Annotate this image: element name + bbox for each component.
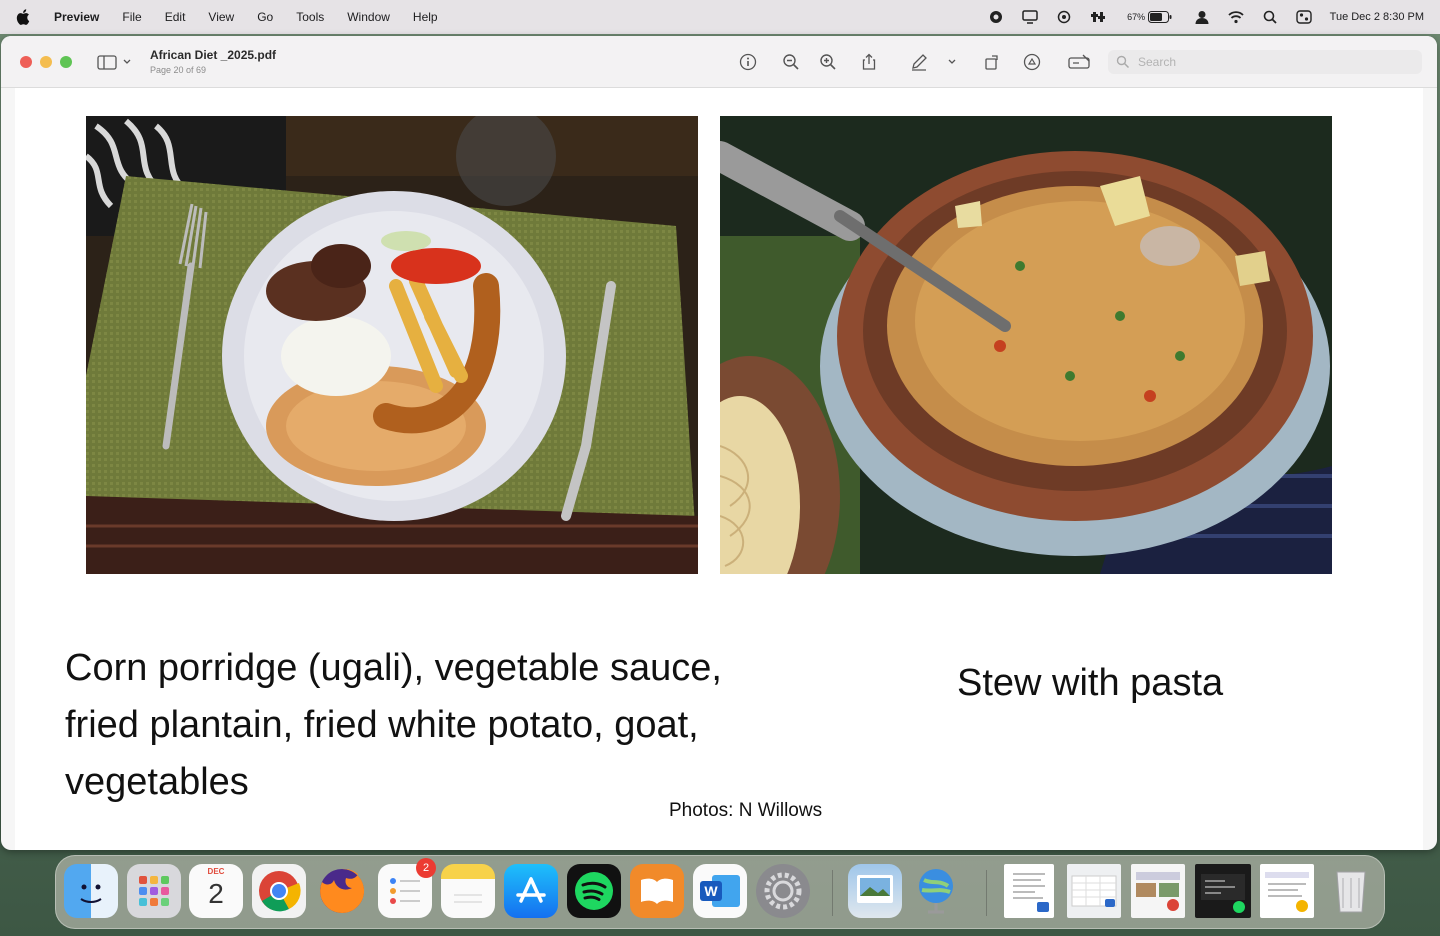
search-input[interactable]	[1136, 54, 1400, 70]
menubar-clock[interactable]: Tue Dec 2 8:30 PM	[1330, 11, 1424, 23]
menu-app-preview[interactable]: Preview	[54, 10, 99, 24]
notes-icon[interactable]	[441, 864, 495, 918]
chevron-down-icon	[948, 59, 956, 64]
form-fill-button[interactable]	[1067, 51, 1093, 73]
menu-go[interactable]: Go	[257, 10, 273, 24]
microsoft-word-icon[interactable]: W	[693, 864, 747, 918]
stew-pot-photo	[720, 116, 1332, 574]
circle-status-icon[interactable]	[1056, 10, 1072, 24]
launchpad-icon[interactable]	[127, 864, 181, 918]
battery-icon	[1148, 11, 1172, 23]
reminders-icon[interactable]: 2	[378, 858, 436, 918]
info-button[interactable]	[737, 51, 759, 73]
zoom-in-button[interactable]	[817, 51, 839, 73]
spotlight-search-icon[interactable]	[1262, 10, 1278, 24]
spreadsheet-thumbnail-icon[interactable]	[1067, 864, 1121, 918]
form-fill-icon	[1068, 54, 1090, 69]
creative-cloud-icon[interactable]	[988, 10, 1004, 24]
document-title: African Diet _2025.pdf	[150, 48, 277, 62]
app-store-icon[interactable]	[504, 864, 558, 918]
dock: DEC 2 2 W	[55, 855, 1385, 929]
dock-separator	[986, 870, 987, 916]
pdf-page[interactable]: Corn porridge (ugali), vegetable sauce, …	[15, 88, 1423, 850]
menu-help[interactable]: Help	[413, 10, 438, 24]
spotify-icon[interactable]	[567, 864, 621, 918]
info-icon	[739, 53, 757, 71]
photo-credit: Photos: N Willows	[669, 800, 823, 821]
finder-icon[interactable]	[64, 864, 118, 918]
highlight-button[interactable]	[1021, 51, 1043, 73]
caption-stew: Stew with pasta	[957, 662, 1224, 704]
chrome-icon[interactable]	[252, 864, 306, 918]
menu-file[interactable]: File	[122, 10, 141, 24]
system-settings-icon[interactable]	[756, 864, 810, 918]
share-button[interactable]	[858, 51, 880, 73]
preview-window: African Diet _2025.pdf Page 20 of 69 Sea…	[1, 36, 1437, 850]
books-icon[interactable]	[630, 864, 684, 918]
calendar-day: 2	[208, 878, 224, 909]
status-menus: 67% Tue Dec 2 8:30 PM	[988, 0, 1424, 34]
battery-indicator[interactable]: 67%	[1124, 10, 1176, 24]
firefox-icon[interactable]	[315, 864, 369, 918]
reminders-badge: 2	[416, 858, 436, 878]
sidebar-toggle-button[interactable]	[97, 52, 137, 72]
rotate-button[interactable]	[981, 51, 1003, 73]
network-globe-icon[interactable]	[911, 864, 965, 918]
menu-bar: Preview File Edit View Go Tools Window H…	[0, 0, 1440, 34]
user-icon[interactable]	[1194, 10, 1210, 24]
wifi-icon[interactable]	[1228, 10, 1244, 24]
trash-icon[interactable]	[1324, 864, 1378, 918]
highlight-icon	[1023, 53, 1041, 71]
window-toolbar: African Diet _2025.pdf Page 20 of 69	[1, 36, 1437, 88]
zoom-window-button[interactable]	[60, 56, 72, 68]
preview-icon[interactable]	[848, 864, 902, 918]
menu-edit[interactable]: Edit	[165, 10, 186, 24]
markup-button[interactable]	[908, 51, 930, 73]
menu-window[interactable]: Window	[347, 10, 390, 24]
search-field[interactable]	[1108, 50, 1422, 74]
caption-ugali-meal: Corn porridge (ugali), vegetable sauce, …	[65, 647, 722, 803]
menu-tools[interactable]: Tools	[296, 10, 324, 24]
document-thumbnail-icon[interactable]	[1004, 864, 1054, 918]
chevron-down-icon	[123, 59, 131, 64]
share-icon	[862, 53, 876, 70]
zoom-in-icon	[820, 54, 836, 70]
chrome-window-thumbnail-icon[interactable]	[1260, 864, 1314, 918]
calendar-icon[interactable]: DEC 2	[189, 864, 243, 918]
apple-menu-icon[interactable]	[16, 9, 30, 25]
zoom-out-icon	[783, 54, 799, 70]
plate-meal-photo	[86, 116, 698, 574]
search-icon	[1116, 55, 1130, 69]
webpage-thumbnail-icon[interactable]	[1131, 864, 1185, 918]
screen-mirroring-icon[interactable]	[1021, 10, 1038, 24]
pen-markup-icon	[912, 54, 927, 71]
svg-text:W: W	[704, 883, 718, 899]
calendar-month: DEC	[207, 867, 225, 876]
zoom-out-button[interactable]	[780, 51, 802, 73]
sidebar-icon	[97, 55, 117, 70]
rotate-icon	[985, 55, 998, 70]
dark-window-thumbnail-icon[interactable]	[1195, 864, 1251, 918]
close-window-button[interactable]	[20, 56, 32, 68]
equalizer-icon[interactable]	[1090, 10, 1106, 24]
markup-menu-button[interactable]	[945, 51, 959, 73]
dock-separator	[832, 870, 833, 916]
menu-view[interactable]: View	[208, 10, 234, 24]
minimize-window-button[interactable]	[40, 56, 52, 68]
control-center-icon[interactable]	[1295, 10, 1312, 24]
page-indicator: Page 20 of 69	[150, 65, 207, 75]
